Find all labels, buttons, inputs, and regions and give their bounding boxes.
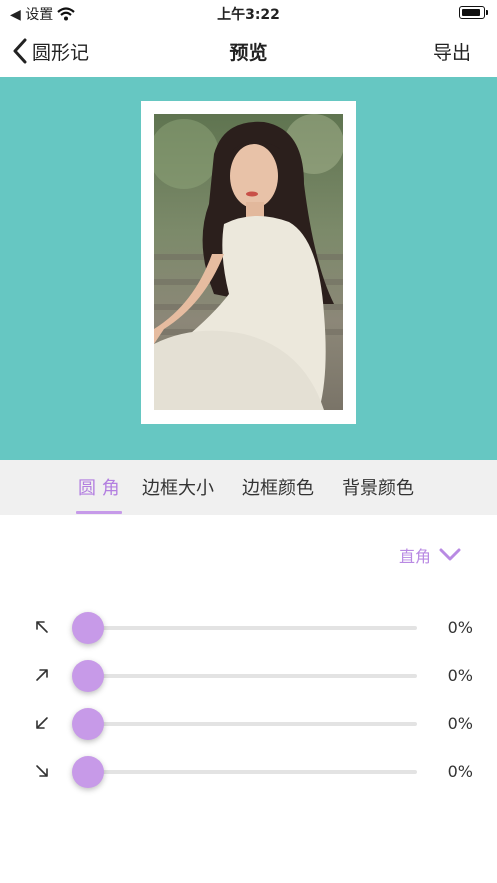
chevron-down-icon	[439, 548, 461, 561]
tab-border-color[interactable]: 边框颜色	[242, 474, 314, 500]
status-bar: ◀ 设置 上午3:22	[0, 0, 497, 26]
slider-row-top-right: 0%	[0, 655, 497, 695]
active-tab-indicator	[76, 511, 122, 514]
corner-type-dropdown[interactable]: 直角	[399, 543, 461, 567]
slider-value: 0%	[447, 666, 473, 685]
arrow-down-left-icon	[36, 717, 48, 729]
export-button[interactable]: 导出	[433, 38, 471, 65]
slider-row-bottom-left: 0%	[0, 703, 497, 743]
battery-icon	[459, 6, 488, 19]
nav-bar: 圆形记 预览 导出	[0, 26, 497, 76]
slider-row-bottom-right: 0%	[0, 751, 497, 791]
photo-frame	[141, 101, 356, 424]
page-title: 预览	[229, 42, 268, 64]
slider-thumb[interactable]	[72, 708, 104, 740]
arrow-down-right-icon	[36, 765, 48, 777]
preview-area	[0, 77, 497, 460]
tab-background-color[interactable]: 背景颜色	[342, 474, 414, 500]
tab-bar: 圆 角 边框大小 边框颜色 背景颜色	[0, 460, 497, 515]
slider-track[interactable]	[88, 770, 417, 774]
tab-rounded-corner[interactable]: 圆 角	[78, 474, 120, 500]
slider-row-top-left: 0%	[0, 607, 497, 647]
slider-track[interactable]	[88, 626, 417, 630]
slider-thumb[interactable]	[72, 756, 104, 788]
slider-track[interactable]	[88, 674, 417, 678]
status-time: 上午3:22	[217, 7, 280, 23]
slider-value: 0%	[447, 714, 473, 733]
corner-type-label: 直角	[398, 547, 431, 566]
arrow-up-right-icon	[36, 669, 48, 681]
preview-photo	[154, 114, 343, 410]
tab-border-size[interactable]: 边框大小	[142, 474, 214, 500]
slider-value: 0%	[447, 618, 473, 637]
slider-value: 0%	[447, 762, 473, 781]
arrow-up-left-icon	[36, 621, 48, 633]
slider-track[interactable]	[88, 722, 417, 726]
slider-thumb[interactable]	[72, 612, 104, 644]
slider-thumb[interactable]	[72, 660, 104, 692]
